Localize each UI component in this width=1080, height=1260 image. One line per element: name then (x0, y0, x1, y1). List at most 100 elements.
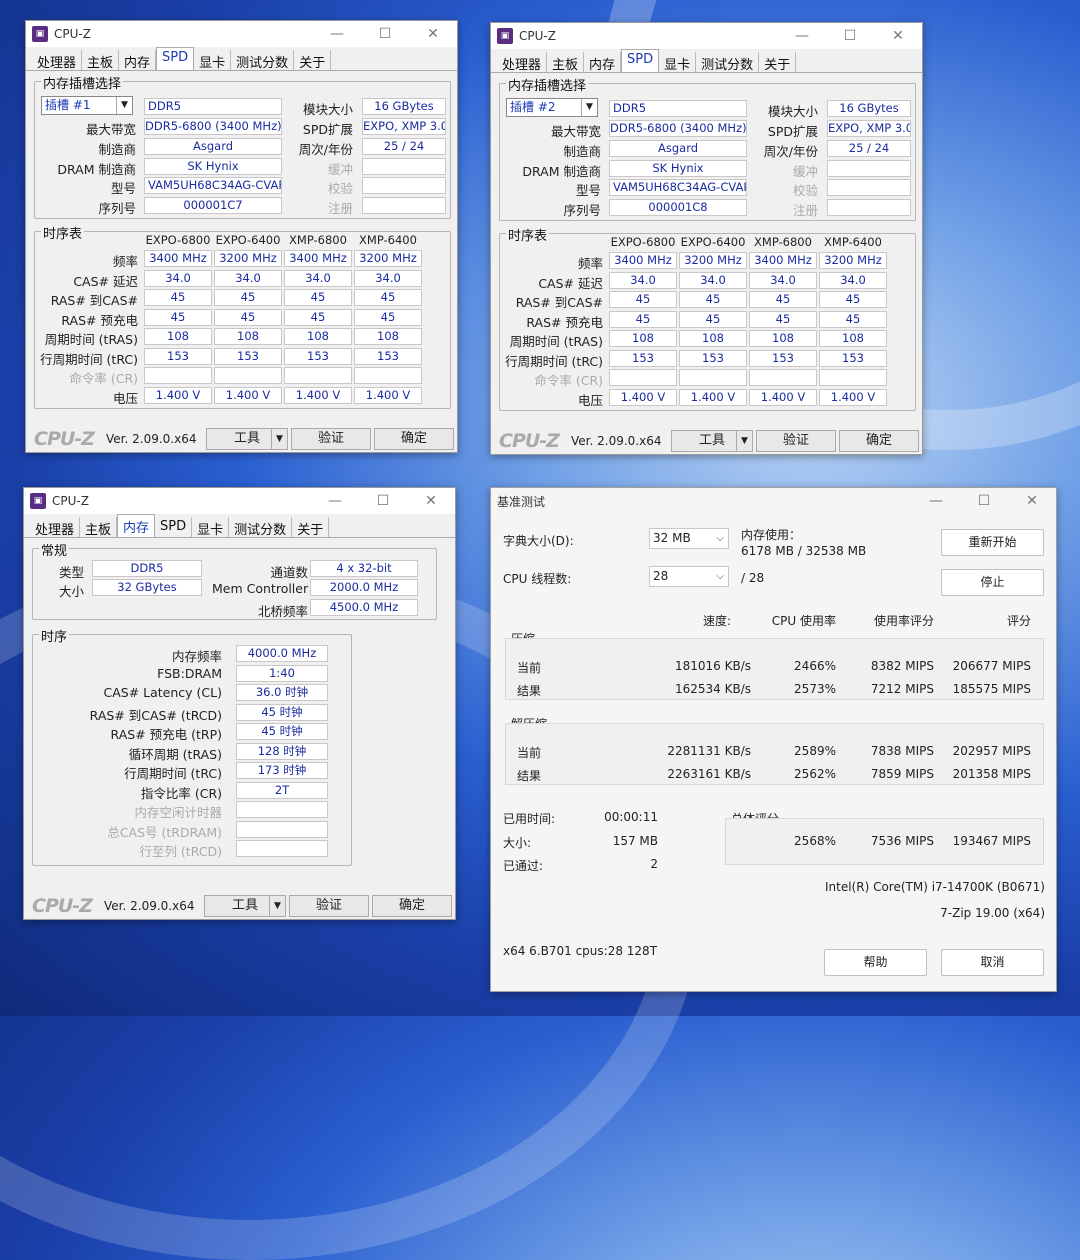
timing-group-label: 时序表 (506, 225, 550, 244)
tools-button[interactable]: 工具 ▼ (671, 430, 753, 452)
timing-row-label-3: RAS# 预充电 (61, 312, 138, 328)
timing-col-3: XMP-6400 (359, 233, 417, 247)
tab-5[interactable]: 测试分数 (696, 52, 760, 73)
timing-cell: 3400 MHz (609, 252, 677, 269)
window-title: CPU-Z (519, 29, 556, 43)
timing-row-label-5: 行周期时间 (tRC) (505, 353, 603, 369)
cpuz-window-memory: ▣ CPU-Z — ☐ ✕ 处理器 主板 内存 SPD 显卡 测试分数 关于 CPU-Z Ver. 2.0… (23, 487, 456, 920)
chevron-down-icon[interactable]: ▼ (736, 431, 752, 451)
help-button[interactable]: 帮助 (824, 949, 927, 976)
tab-0[interactable]: 处理器 (497, 52, 548, 73)
timing-cell: 45 (819, 310, 887, 328)
maximize-icon[interactable]: ☐ (361, 26, 409, 42)
ok-button[interactable]: 确定 (372, 895, 452, 917)
close-icon[interactable]: ✕ (407, 493, 455, 509)
tab-2[interactable]: 内存 (119, 50, 157, 71)
validate-button[interactable]: 验证 (291, 428, 371, 450)
slot-select[interactable]: 插槽 #1 ▼ (41, 96, 133, 115)
row-label-res: 结果 (517, 769, 542, 783)
validate-button[interactable]: 验证 (289, 895, 369, 917)
restart-button[interactable]: 重新开始 (941, 529, 1044, 556)
passes-label: 已通过: (503, 859, 544, 873)
tab-4[interactable]: 显卡 (194, 50, 232, 71)
label-week_year: 周次/年份 (298, 142, 353, 157)
serial-value: 000001C7 (144, 197, 282, 214)
tab-6[interactable]: 关于 (294, 50, 332, 71)
timing-cell: 1.400 V (819, 388, 887, 406)
timing-cell: 108 (354, 328, 422, 345)
tab-1[interactable]: 主板 (547, 52, 585, 73)
tab-1[interactable]: 主板 (82, 50, 120, 71)
stop-button[interactable]: 停止 (941, 569, 1044, 596)
mem-timing-value-2: 36.0 时钟 (236, 684, 328, 701)
validate-button[interactable]: 验证 (756, 430, 836, 452)
minimize-icon[interactable]: — (313, 26, 361, 42)
c_res-cell-2: 7212 MIPS (870, 682, 934, 696)
slot-select[interactable]: 插槽 #2 ▼ (506, 98, 598, 117)
tab-2[interactable]: 内存 (117, 514, 156, 537)
max_bw-value: DDR5-6800 (3400 MHz) (144, 118, 282, 135)
timing-cell: 3200 MHz (354, 250, 422, 267)
timing-cell: 1.400 V (284, 386, 352, 404)
close-icon[interactable]: ✕ (874, 28, 922, 44)
label-spd_ext: SPD扩展 (767, 124, 818, 139)
maximize-icon[interactable]: ☐ (359, 493, 407, 509)
maximize-icon[interactable]: ☐ (826, 28, 874, 44)
module_size-value: 16 GBytes (827, 100, 911, 117)
threads-select[interactable]: 28 ⌵ (649, 566, 729, 587)
timing-row-label-2: RAS# 到CAS# (515, 295, 603, 310)
tab-3[interactable]: SPD (156, 47, 195, 70)
timing-row-label-4: 周期时间 (tRAS) (509, 334, 603, 349)
tools-button[interactable]: 工具 ▼ (206, 428, 288, 450)
timing-row-label-0: 频率 (577, 256, 603, 271)
timing-cell: 45 (144, 289, 212, 306)
window-title: CPU-Z (54, 27, 91, 41)
label-maker: 制造商 (98, 142, 136, 157)
minimize-icon[interactable]: — (912, 493, 960, 509)
tab-5[interactable]: 测试分数 (231, 50, 295, 71)
slot-value: #1 (72, 98, 91, 112)
tab-4[interactable]: 显卡 (659, 52, 697, 73)
timing-col-2: XMP-6800 (289, 233, 347, 247)
minimize-icon[interactable]: — (778, 28, 826, 44)
dict-select[interactable]: 32 MB ⌵ (649, 528, 729, 549)
timing-cell: 3200 MHz (214, 250, 282, 267)
timing-cell: 34.0 (354, 269, 422, 287)
slot-value: #2 (537, 100, 556, 114)
version-label: Ver. 2.09.0.x64 (106, 432, 197, 446)
tab-4[interactable]: 显卡 (192, 517, 230, 538)
chevron-down-icon[interactable]: ▼ (271, 429, 287, 449)
tools-button[interactable]: 工具 ▼ (204, 895, 286, 917)
chevron-down-icon[interactable]: ▼ (269, 896, 285, 916)
tab-6[interactable]: 关于 (292, 517, 330, 538)
ok-button[interactable]: 确定 (839, 430, 919, 452)
minimize-icon[interactable]: — (311, 493, 359, 509)
tab-3[interactable]: SPD (155, 517, 193, 537)
timing-col-3: XMP-6400 (824, 235, 882, 249)
close-icon[interactable]: ✕ (409, 26, 457, 42)
label-reg: 注册 (792, 203, 818, 218)
label-part: 型号 (110, 181, 136, 196)
cancel-button[interactable]: 取消 (941, 949, 1044, 976)
cpuz-app-icon: ▣ (30, 493, 46, 509)
mem-timing-value-3: 45 时钟 (236, 703, 328, 721)
tab-5[interactable]: 测试分数 (229, 517, 293, 538)
mem-timing-value-9 (236, 820, 328, 838)
tab-2[interactable]: 内存 (584, 52, 622, 73)
tab-1[interactable]: 主板 (80, 517, 118, 538)
tab-0[interactable]: 处理器 (30, 517, 81, 538)
tab-6[interactable]: 关于 (759, 52, 797, 73)
mem-usage-label: 内存使用： (741, 528, 802, 542)
ok-button[interactable]: 确定 (374, 428, 454, 450)
max_bw-value: DDR5-6800 (3400 MHz) (609, 120, 747, 137)
maximize-icon[interactable]: ☐ (960, 493, 1008, 509)
label-check: 校验 (792, 183, 818, 198)
tab-3[interactable]: SPD (621, 49, 660, 72)
version-label: Ver. 2.09.0.x64 (104, 899, 195, 913)
close-icon[interactable]: ✕ (1008, 493, 1056, 509)
label-week_year: 周次/年份 (763, 144, 818, 159)
tab-0[interactable]: 处理器 (32, 50, 83, 71)
part-value: VAM5UH68C34AG-CVARWA (609, 179, 747, 196)
timing-cell: 45 (144, 308, 212, 326)
size-label: 大小 (58, 584, 84, 599)
